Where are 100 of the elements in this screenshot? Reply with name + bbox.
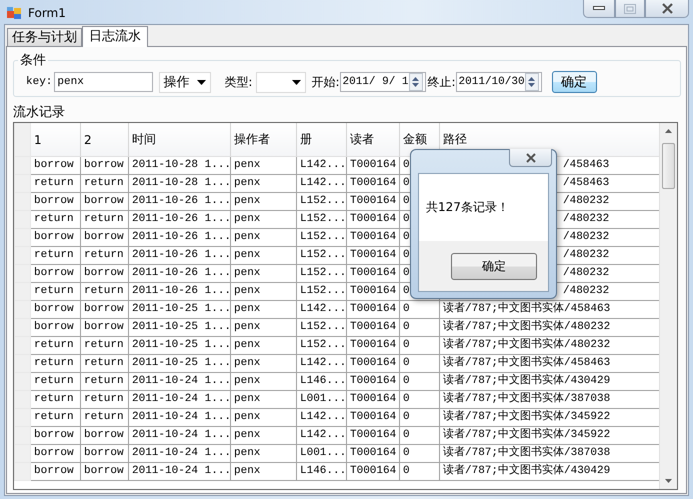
table-cell: T000164 <box>350 339 396 351</box>
scrollbar-thumb[interactable] <box>662 143 675 189</box>
table-cell: penx <box>234 447 260 459</box>
field-dropdown[interactable]: 操作 <box>159 72 212 92</box>
up-arrow-icon[interactable] <box>664 128 673 134</box>
table-cell: T000164 <box>350 447 396 459</box>
row-header[interactable] <box>14 372 30 390</box>
table-cell: 2011-10-24 1... <box>132 429 230 441</box>
type-dropdown[interactable] <box>256 72 306 92</box>
table-cell: penx <box>234 321 260 333</box>
table-cell: 0 <box>403 375 410 387</box>
end-date-field[interactable]: 2011/10/30 <box>456 72 542 92</box>
table-cell: 0 <box>403 303 410 315</box>
row-header[interactable] <box>14 174 30 192</box>
table-cell: /480232 <box>563 213 610 225</box>
table-cell: 0 <box>403 321 410 333</box>
caret-icon <box>292 80 302 84</box>
table-cell: return <box>34 393 74 405</box>
close-button[interactable] <box>509 149 552 167</box>
table-cell: T000164 <box>350 177 396 189</box>
table-cell: 0 <box>403 213 410 225</box>
table-cell: return <box>84 375 124 387</box>
table-cell: L142... <box>300 303 346 315</box>
row-header[interactable] <box>14 408 30 426</box>
column-header[interactable]: 2 <box>80 123 128 156</box>
table-cell: 读者/787;中文图书实体/458463 <box>443 357 610 369</box>
tab[interactable]: 日志流水 <box>82 26 148 47</box>
end-label: 终止: <box>428 74 456 90</box>
table-cell: penx <box>234 357 260 369</box>
table-cell: /458463 <box>563 177 610 189</box>
ok-button[interactable]: 确定 <box>451 252 537 280</box>
table-cell: penx <box>234 429 260 441</box>
table-cell: return <box>84 213 124 225</box>
table-cell: borrow <box>34 321 74 333</box>
close-icon <box>660 3 674 14</box>
row-header[interactable] <box>14 264 30 282</box>
table-cell: return <box>34 177 74 189</box>
table-cell: borrow <box>84 231 124 243</box>
table-cell: 读者/787;中文图书实体/345922 <box>443 429 610 441</box>
scrollbar[interactable] <box>659 123 677 489</box>
column-header[interactable]: 1 <box>30 123 80 156</box>
minimize-icon <box>593 6 605 11</box>
message-text: 共127条记录！ <box>426 199 509 216</box>
table-cell: return <box>84 249 124 261</box>
key-field[interactable]: penx <box>54 72 154 92</box>
table-cell: return <box>34 375 74 387</box>
table-cell: /480232 <box>563 249 610 261</box>
down-arrow-icon[interactable] <box>664 478 673 484</box>
table-cell: L001... <box>300 447 346 459</box>
row-header[interactable] <box>14 210 30 228</box>
table-cell: 0 <box>403 231 410 243</box>
confirm-button[interactable]: 确定 <box>552 71 597 93</box>
table-cell: return <box>84 339 124 351</box>
type-label: 类型: <box>224 74 252 90</box>
table-cell: borrow <box>84 303 124 315</box>
table-cell: L146... <box>300 375 346 387</box>
table-cell: T000164 <box>350 321 396 333</box>
down-arrow-icon <box>527 83 536 87</box>
group-title: 条件 <box>19 52 47 69</box>
table-cell: L152... <box>300 195 346 207</box>
table-cell: penx <box>234 393 260 405</box>
close-button[interactable] <box>645 0 689 18</box>
table-cell: borrow <box>34 195 74 207</box>
tab[interactable]: 任务与计划 <box>7 28 82 46</box>
table-cell: 0 <box>403 411 410 423</box>
table-cell: borrow <box>84 321 124 333</box>
table-cell: return <box>84 393 124 405</box>
row-header[interactable] <box>14 246 30 264</box>
column-header[interactable]: 操作者 <box>230 123 296 156</box>
spinner-button[interactable] <box>524 73 539 91</box>
minimize-button[interactable] <box>583 0 615 18</box>
row-header[interactable] <box>14 336 30 354</box>
table-cell: borrow <box>84 465 124 477</box>
table-cell: 0 <box>403 249 410 261</box>
row-header[interactable] <box>14 318 30 336</box>
table-cell: return <box>34 249 74 261</box>
table-cell: 读者/787;中文图书实体/480232 <box>443 321 610 333</box>
table-cell: T000164 <box>350 267 396 279</box>
row-header[interactable] <box>14 444 30 462</box>
row-header[interactable] <box>14 390 30 408</box>
table-cell: L146... <box>300 465 346 477</box>
start-date-field[interactable]: 2011/ 9/ 1 <box>340 72 426 92</box>
row-header[interactable] <box>14 354 30 372</box>
row-header[interactable] <box>14 282 30 300</box>
table-cell: 2011-10-24 1... <box>132 375 230 387</box>
column-header[interactable]: 读者 <box>346 123 400 156</box>
row-header[interactable] <box>14 426 30 444</box>
window-title: Form1 <box>28 6 66 20</box>
row-header[interactable] <box>14 300 30 318</box>
column-header[interactable]: 时间 <box>128 123 230 156</box>
row-header[interactable] <box>14 192 30 210</box>
spinner-button[interactable] <box>408 73 422 91</box>
table-cell: return <box>84 357 124 369</box>
table-cell: 0 <box>403 177 410 189</box>
column-header[interactable]: 册 <box>296 123 346 156</box>
table-cell: return <box>84 177 124 189</box>
row-header[interactable] <box>14 228 30 246</box>
key-label: key: <box>26 76 52 88</box>
row-header[interactable] <box>14 156 30 174</box>
row-header[interactable] <box>14 462 30 480</box>
